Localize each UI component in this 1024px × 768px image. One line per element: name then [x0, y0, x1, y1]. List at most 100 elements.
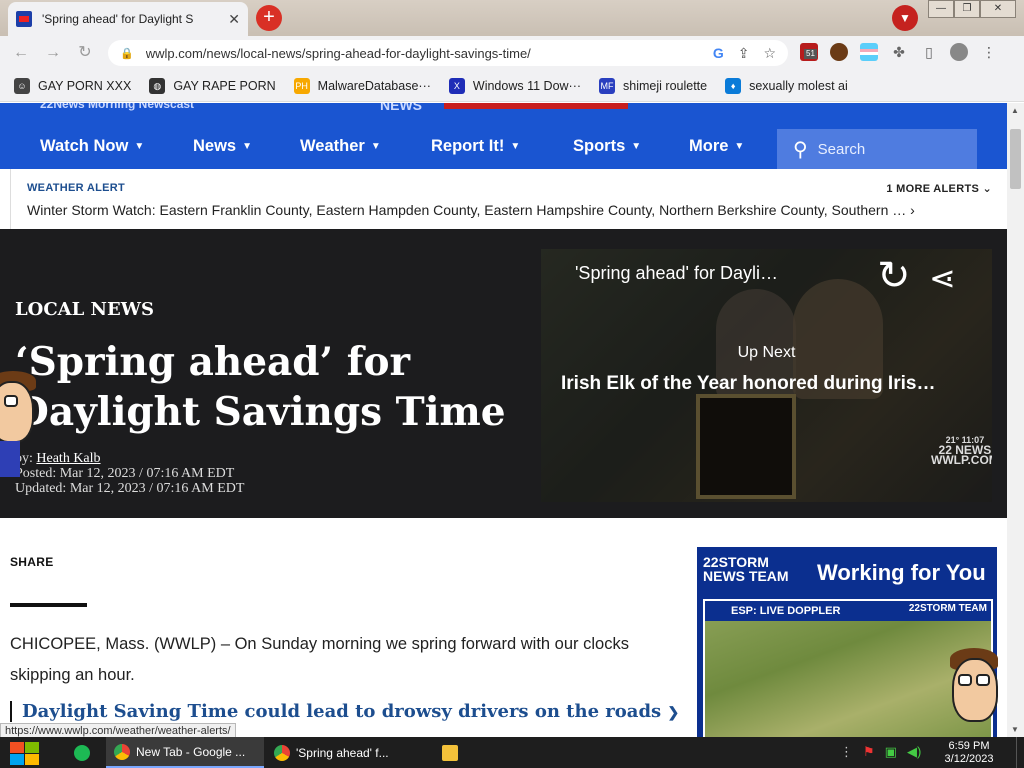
bookmark-item[interactable]: ☺ GAY PORN XXX [14, 77, 132, 94]
share-icon[interactable]: ⋖ [929, 259, 956, 297]
scroll-down-icon[interactable]: ▼ [1011, 725, 1019, 734]
browser-toolbar: ← → ↻ 🔒 wwlp.com/news/local-news/spring-… [0, 36, 1024, 70]
flag-extension-icon[interactable] [860, 43, 878, 61]
bookmark-item[interactable]: X Windows 11 Dow··· [448, 77, 581, 94]
related-article-link[interactable]: Daylight Saving Time could lead to drows… [10, 701, 679, 722]
close-window-button[interactable]: ✕ [980, 0, 1016, 18]
page-scrollbar[interactable]: ▲ ▼ [1007, 103, 1024, 737]
ad-title: Working for You [817, 560, 986, 585]
menu-kebab-icon[interactable]: ⋮ [980, 43, 998, 61]
bookmark-label: shimeji roulette [623, 78, 708, 93]
address-bar[interactable]: 🔒 wwlp.com/news/local-news/spring-ahead-… [108, 40, 788, 66]
taskbar-chrome-newtab[interactable]: New Tab - Google ... [106, 737, 264, 768]
system-tray: ⋮ ⚑ ▣ ◀) [840, 744, 921, 760]
next-video-title[interactable]: Irish Elk of the Year honored during Iri… [561, 373, 973, 395]
avatar-extension-icon[interactable] [830, 43, 848, 61]
site-search-input[interactable]: ⚲ Search [777, 129, 977, 169]
bookmark-avatar-icon: ☺ [14, 77, 30, 94]
updated-date: Updated: Mar 12, 2023 / 07:16 AM EDT [15, 481, 245, 496]
article-headline: ‘Spring ahead’ for Daylight Savings Time [15, 339, 506, 435]
maximize-button[interactable]: ❐ [954, 0, 980, 18]
web-page: 22News Morning Newscast NEWS Watch Now ▼ … [0, 103, 1007, 737]
chevron-down-icon: ▼ [734, 141, 745, 152]
chevron-down-icon: ▼ [242, 141, 253, 152]
volume-icon[interactable]: ◀) [907, 744, 921, 760]
wwlp-favicon-icon [16, 11, 32, 27]
file-explorer-taskbar-icon[interactable] [434, 737, 472, 768]
brand-red-bar [444, 103, 628, 109]
bookmark-item[interactable]: MF shimeji roulette [599, 77, 708, 94]
nav-report-it[interactable]: Report It! ▼ [431, 137, 520, 156]
profile-icon[interactable] [950, 43, 968, 61]
taskbar: New Tab - Google ... 'Spring ahead' f...… [0, 737, 1024, 768]
share-page-icon[interactable]: ⇪ [738, 45, 750, 62]
cartoon-character-right[interactable] [940, 648, 1007, 737]
side-panel-icon[interactable]: ▯ [920, 43, 938, 61]
nav-watch-now[interactable]: Watch Now ▼ [40, 137, 144, 156]
bookmark-label: sexually molest ai [749, 78, 848, 93]
ublock-extension-icon[interactable]: 51 [800, 43, 818, 61]
bookmark-label: GAY RAPE PORN [173, 78, 276, 93]
bookmark-globe-icon: ◍ [149, 77, 166, 94]
taskbar-clock[interactable]: 6:59 PM 3/12/2023 [936, 740, 1002, 766]
taskbar-chrome-article[interactable]: 'Spring ahead' f... [266, 737, 424, 768]
new-tab-button[interactable]: + [256, 5, 282, 31]
bookmarks-bar: ☺ GAY PORN XXX ◍ GAY RAPE PORN PH MalwareData… [0, 70, 1024, 102]
start-button[interactable] [8, 741, 40, 765]
browser-tab-active[interactable]: 'Spring ahead' for Daylight S ✕ [8, 2, 248, 36]
alert-label: WEATHER ALERT [27, 182, 126, 194]
nav-news[interactable]: News ▼ [193, 137, 252, 156]
replay-icon[interactable]: ↻ [877, 253, 911, 299]
weather-alert-bar[interactable]: WEATHER ALERT 1 MORE ALERTS ⌄ Winter Sto… [10, 169, 1004, 229]
search-icon[interactable]: ⚲ [793, 137, 808, 162]
reload-icon[interactable]: ↻ [74, 42, 96, 64]
nav-weather[interactable]: Weather ▼ [300, 137, 381, 156]
section-label[interactable]: LOCAL NEWS [15, 299, 154, 320]
tab-close-icon[interactable]: ✕ [228, 11, 240, 28]
lock-icon[interactable]: 🔒 [120, 47, 134, 60]
google-lens-icon[interactable]: G [713, 45, 724, 61]
back-icon[interactable]: ← [10, 42, 32, 64]
chrome-icon [274, 744, 290, 761]
bookmark-item[interactable]: PH MalwareDatabase··· [293, 77, 431, 94]
nav-more[interactable]: More ▼ [689, 137, 744, 156]
show-desktop-button[interactable] [1016, 737, 1024, 768]
cartoon-character-left[interactable] [0, 371, 40, 481]
alert-text[interactable]: Winter Storm Watch: Eastern Franklin Cou… [27, 202, 982, 218]
minimize-button[interactable]: — [928, 0, 954, 18]
scroll-thumb[interactable] [1010, 129, 1021, 189]
video-title: 'Spring ahead' for Dayli… [575, 263, 778, 283]
url-text[interactable]: wwlp.com/news/local-news/spring-ahead-fo… [146, 46, 699, 61]
extension-badge: 51 [804, 49, 817, 59]
spotify-taskbar-icon[interactable] [66, 737, 104, 768]
article-lead: CHICOPEE, Mass. (WWLP) – On Sunday morni… [10, 635, 629, 684]
bookmark-ph-icon: PH [293, 77, 310, 94]
video-player[interactable]: 'Spring ahead' for Dayli… ↻ ⋖ Up Next Ir… [541, 249, 992, 502]
bookmark-star-icon[interactable]: ☆ [763, 45, 776, 62]
bookmark-mf-icon: MF [599, 77, 616, 94]
main-nav: Watch Now ▼ News ▼ Weather ▼ Report It! ▼ Sp… [0, 123, 1007, 169]
tab-search-button[interactable]: ▼ [892, 5, 918, 31]
extensions-area: 51 ✤ ▯ ⋮ [800, 43, 998, 61]
nav-sports[interactable]: Sports ▼ [573, 137, 641, 156]
brand-news-logo[interactable]: NEWS [380, 103, 422, 113]
share-divider [10, 603, 87, 607]
brand-newscast-text: 22News Morning Newscast [40, 103, 195, 111]
flag-icon[interactable]: ⚑ [863, 744, 875, 760]
bookmark-x-icon: X [448, 77, 465, 94]
tray-overflow-icon[interactable]: ⋮ [840, 744, 853, 760]
posted-date: Posted: Mar 12, 2023 / 07:16 AM EDT [15, 466, 235, 481]
puzzle-extensions-icon[interactable]: ✤ [890, 43, 908, 61]
bookmark-item[interactable]: ♦ sexually molest ai [725, 77, 848, 94]
forward-icon[interactable]: → [42, 42, 64, 64]
network-icon[interactable]: ▣ [885, 744, 897, 760]
storm-team-logo: 22STORM NEWS TEAM [703, 554, 789, 584]
bookmark-label: GAY PORN XXX [38, 78, 132, 93]
up-next-label: Up Next [737, 344, 796, 361]
author-link[interactable]: Heath Kalb [36, 451, 100, 466]
chrome-icon [114, 743, 130, 760]
more-alerts-button[interactable]: 1 MORE ALERTS ⌄ [886, 182, 992, 195]
scroll-up-icon[interactable]: ▲ [1011, 106, 1019, 115]
bookmark-ai-icon: ♦ [725, 77, 742, 94]
bookmark-item[interactable]: ◍ GAY RAPE PORN [149, 77, 276, 94]
